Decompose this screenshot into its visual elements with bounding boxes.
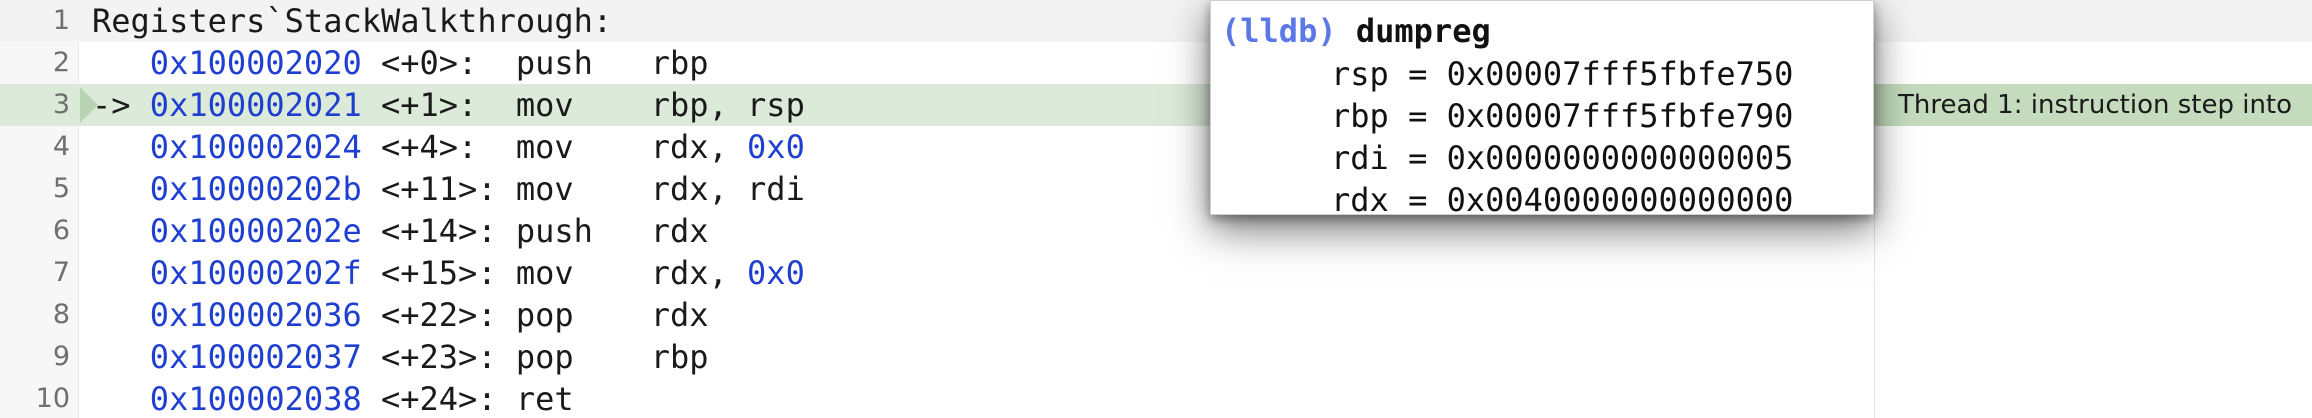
code-line-3-current[interactable]: 3 -> 0x100002021 <+1>: mov rbp, rsp Thre… <box>0 84 2312 126</box>
instruction-address: 0x100002036 <box>149 296 362 334</box>
instruction-offset: <+4>: <box>380 128 478 166</box>
immediate-value: 0x0 <box>747 128 805 166</box>
code-line-5[interactable]: 5 0x10000202b <+11>: mov rdx, rdi <box>0 168 2312 210</box>
instruction-offset: <+15>: <box>380 254 497 292</box>
code-line-2[interactable]: 2 0x100002020 <+0>: push rbp <box>0 42 2312 84</box>
register-row: rsp = 0x00007fff5fbfe750 <box>1331 55 1794 93</box>
code-line-6[interactable]: 6 0x10000202e <+14>: push rdx <box>0 210 2312 252</box>
code-line-7[interactable]: 7 0x10000202f <+15>: mov rdx, 0x0 <box>0 252 2312 294</box>
instruction-offset: <+22>: <box>380 296 497 334</box>
instruction: -> 0x100002021 <+1>: mov rbp, rsp <box>92 84 805 126</box>
line-number: 5 <box>52 173 70 204</box>
instruction-address: 0x10000202f <box>149 254 362 292</box>
register-value: 0x00007fff5fbfe750 <box>1446 55 1794 93</box>
lldb-prompt: (lldb) <box>1221 12 1337 50</box>
operand: rdx, <box>650 170 728 208</box>
mnemonic: mov <box>515 86 574 124</box>
operand: rsp <box>747 86 805 124</box>
lldb-command-line: (lldb) dumpreg <box>1221 9 1491 53</box>
instruction: 0x10000202b <+11>: mov rdx, rdi <box>92 168 805 210</box>
operand: rbp <box>650 44 709 82</box>
mnemonic: push <box>515 44 593 82</box>
instruction-address: 0x10000202e <box>149 212 362 250</box>
mnemonic: mov <box>515 128 574 166</box>
instruction-offset: <+23>: <box>380 338 497 376</box>
code-line-4[interactable]: 4 0x100002024 <+4>: mov rdx, 0x0 <box>0 126 2312 168</box>
operand: rdx <box>650 296 709 334</box>
instruction: 0x100002020 <+0>: push rbp <box>92 42 709 84</box>
code-line-9[interactable]: 9 0x100002037 <+23>: pop rbp <box>0 336 2312 378</box>
pc-arrow: -> <box>92 86 131 124</box>
mnemonic: push <box>515 212 593 250</box>
line-number: 1 <box>52 5 70 36</box>
register-row: rdx = 0x0040000000000000 <box>1331 181 1794 219</box>
register-value: 0x0000000000000005 <box>1446 139 1794 177</box>
instruction: 0x100002036 <+22>: pop rdx <box>92 294 709 336</box>
register-value: 0x0040000000000000 <box>1446 181 1794 219</box>
lldb-command: dumpreg <box>1355 12 1491 50</box>
register-value: 0x00007fff5fbfe790 <box>1446 97 1794 135</box>
register-row: rbp = 0x00007fff5fbfe790 <box>1331 97 1794 135</box>
mnemonic: pop <box>515 338 574 376</box>
code-line-10[interactable]: 10 0x100002038 <+24>: ret <box>0 378 2312 418</box>
register-row: rdi = 0x0000000000000005 <box>1331 139 1794 177</box>
instruction-address: 0x10000202b <box>149 170 362 208</box>
register-name: rdx <box>1331 181 1389 219</box>
thread-status-annotation: Thread 1: instruction step into <box>1874 84 2312 126</box>
mnemonic: ret <box>515 380 574 418</box>
instruction: 0x10000202e <+14>: push rdx <box>92 210 709 252</box>
operand: rbp, <box>650 86 728 124</box>
instruction-offset: <+0>: <box>380 44 478 82</box>
line-number: 7 <box>52 257 70 288</box>
line-number: 10 <box>35 383 70 414</box>
function-label: Registers`StackWalkthrough: <box>92 2 613 40</box>
line-number: 3 <box>52 89 70 120</box>
code-line-1[interactable]: 1 Registers`StackWalkthrough: <box>0 0 2312 42</box>
code-line-8[interactable]: 8 0x100002036 <+22>: pop rdx <box>0 294 2312 336</box>
instruction: 0x100002024 <+4>: mov rdx, 0x0 <box>92 126 805 168</box>
instruction-address: 0x100002020 <box>149 44 362 82</box>
register-name: rdi <box>1331 139 1389 177</box>
instruction-offset: <+24>: <box>380 380 497 418</box>
line-number: 8 <box>52 299 70 330</box>
lldb-output-popup[interactable]: (lldb) dumpreg rsp = 0x00007fff5fbfe750 … <box>1210 0 1874 219</box>
instruction-address: 0x100002024 <box>149 128 362 166</box>
instruction-address: 0x100002021 <box>149 86 362 124</box>
line-number: 2 <box>52 47 70 78</box>
mnemonic: mov <box>515 254 574 292</box>
instruction: 0x100002038 <+24>: ret <box>92 378 574 418</box>
line-number: 6 <box>52 215 70 246</box>
operand: rdx <box>650 212 709 250</box>
register-name: rbp <box>1331 97 1389 135</box>
register-name: rsp <box>1331 55 1389 93</box>
instruction-offset: <+14>: <box>380 212 497 250</box>
disassembly-editor[interactable]: 1 Registers`StackWalkthrough: 2 0x100002… <box>0 0 2312 418</box>
line-number: 4 <box>52 131 70 162</box>
immediate-value: 0x0 <box>747 254 805 292</box>
operand: rdi <box>747 170 805 208</box>
operand: rbp <box>650 338 709 376</box>
instruction-address: 0x100002037 <box>149 338 362 376</box>
instruction: 0x100002037 <+23>: pop rbp <box>92 336 709 378</box>
operand: rdx, <box>650 254 728 292</box>
instruction-offset: <+11>: <box>380 170 497 208</box>
mnemonic: mov <box>515 170 574 208</box>
line-number: 9 <box>52 341 70 372</box>
instruction-offset: <+1>: <box>380 86 478 124</box>
instruction: 0x10000202f <+15>: mov rdx, 0x0 <box>92 252 805 294</box>
mnemonic: pop <box>515 296 574 334</box>
operand: rdx, <box>650 128 728 166</box>
instruction-address: 0x100002038 <box>149 380 362 418</box>
